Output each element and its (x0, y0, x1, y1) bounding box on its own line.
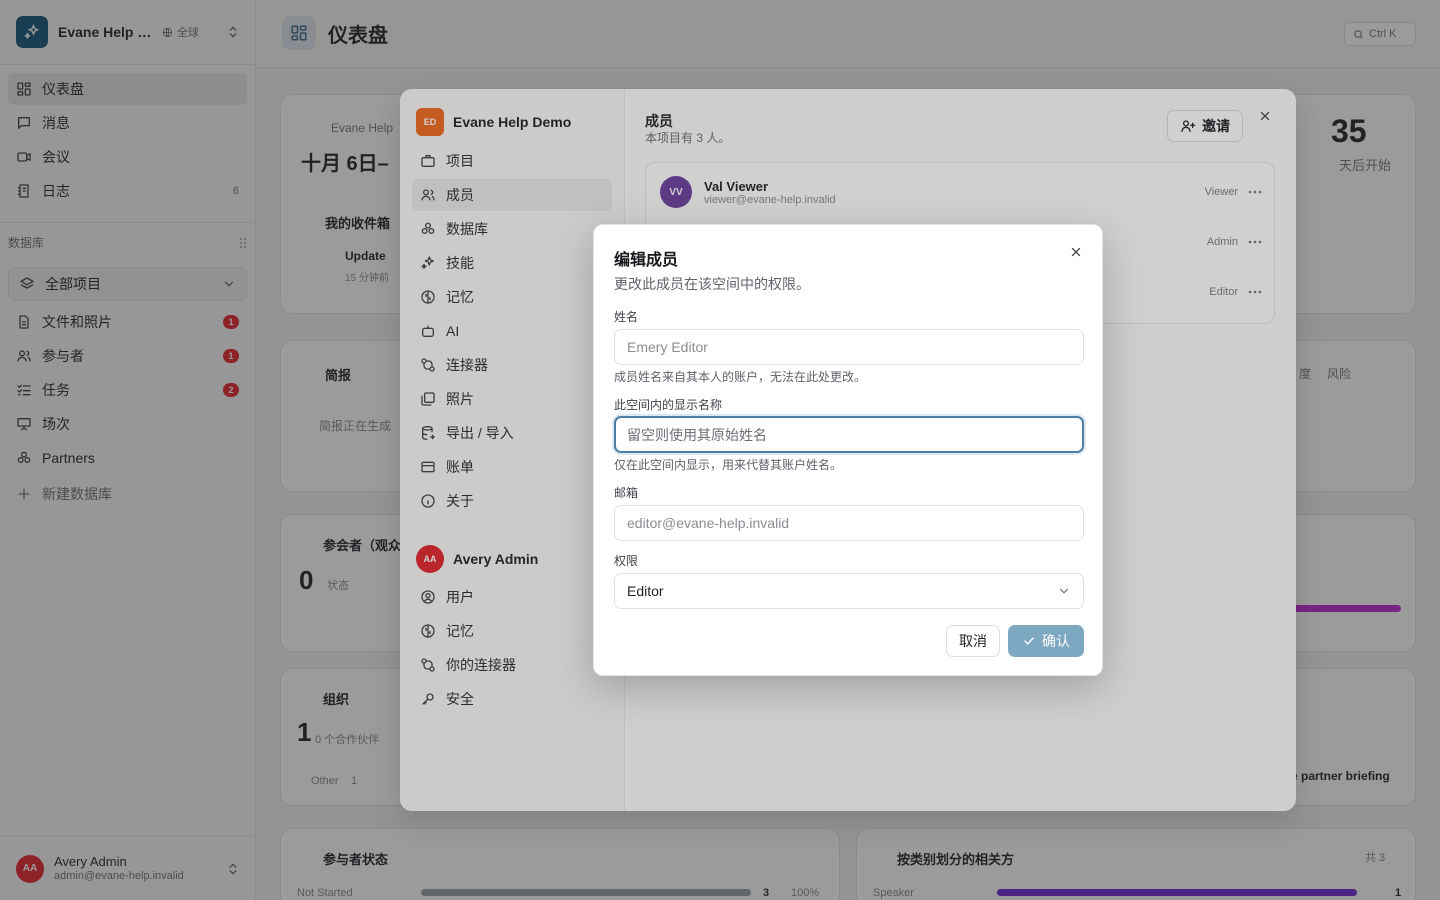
dialog-description: 更改此成员在该空间中的权限。 (614, 276, 810, 292)
check-icon (1022, 634, 1036, 648)
email-field[interactable] (614, 505, 1084, 541)
name-help: 成员姓名来自其本人的账户，无法在此处更改。 (614, 370, 867, 384)
confirm-label: 确认 (1042, 633, 1070, 649)
confirm-button[interactable]: 确认 (1008, 625, 1084, 657)
display-name-help: 仅在此空间内显示，用来代替其账户姓名。 (614, 458, 843, 472)
dialog-title: 编辑成员 (614, 252, 679, 269)
name-label: 姓名 (614, 310, 639, 324)
edit-member-dialog: 编辑成员 更改此成员在该空间中的权限。 姓名 成员姓名来自其本人的账户，无法在此… (593, 224, 1103, 676)
close-icon[interactable] (1068, 244, 1084, 260)
email-label: 邮箱 (614, 486, 639, 500)
role-select[interactable]: Editor (614, 573, 1084, 609)
display-name-label: 此空间内的显示名称 (614, 398, 723, 412)
chevron-down-icon (1057, 584, 1071, 598)
cancel-button[interactable]: 取消 (946, 625, 1000, 657)
display-name-input[interactable] (614, 416, 1084, 453)
role-label: 权限 (614, 554, 639, 568)
name-field[interactable] (614, 329, 1084, 365)
role-select-value: Editor (627, 583, 664, 599)
